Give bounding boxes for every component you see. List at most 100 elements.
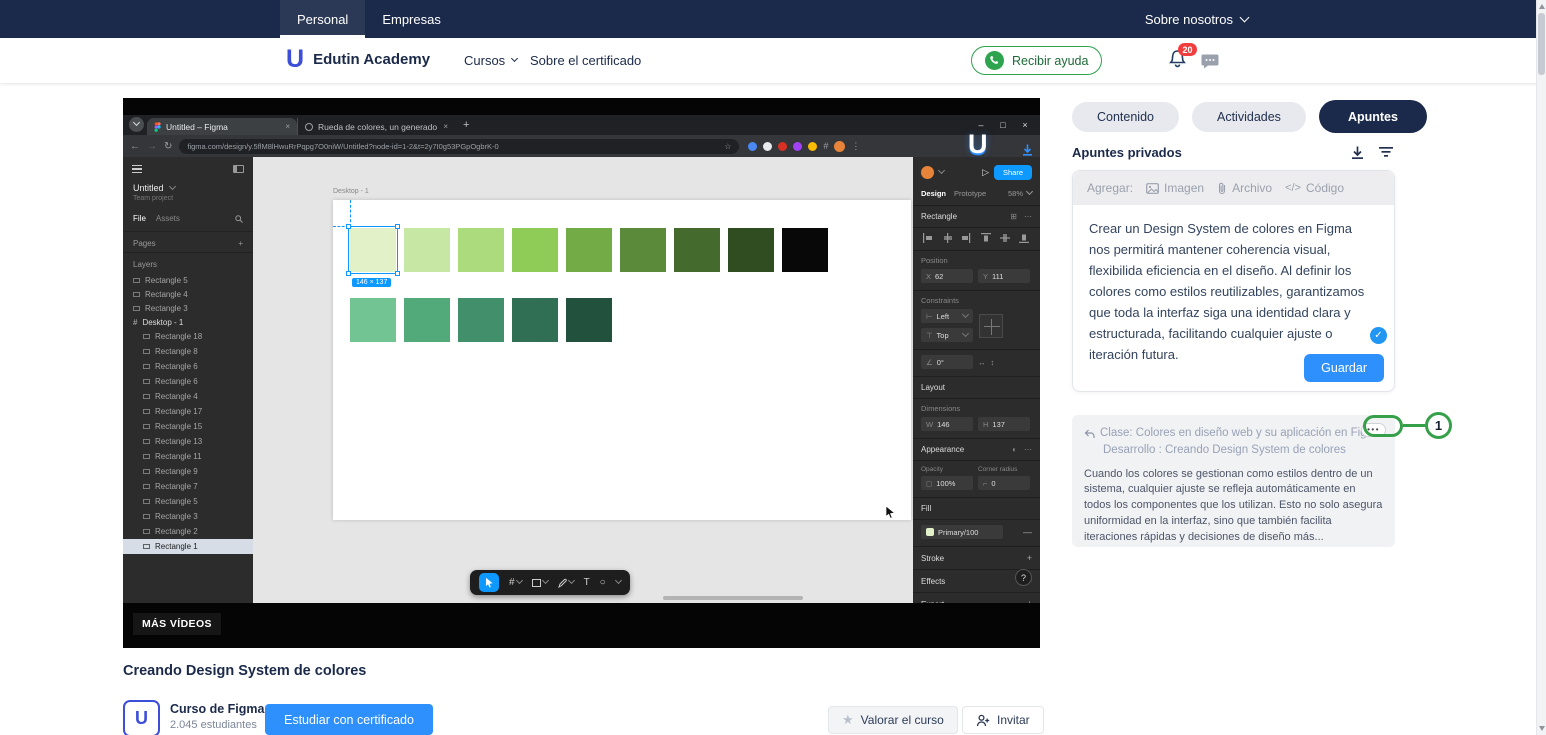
frame-tool[interactable]: # [509,577,522,588]
note-options-button[interactable]: ••• [1361,423,1386,437]
y-input[interactable]: Y111 [978,269,1030,283]
address-bar[interactable]: figma.com/design/y.5flM8lHwuRrPqpg7O0niW… [179,139,739,154]
color-swatch[interactable] [458,228,504,272]
tab-prototype[interactable]: Prototype [954,189,986,198]
figma-canvas[interactable]: Desktop - 1 [253,157,913,603]
tab-design[interactable]: Design [921,189,946,198]
extension-icon[interactable] [748,142,757,151]
blend-mode-icon[interactable]: ◐ [1012,445,1017,454]
color-swatch[interactable] [404,228,450,272]
forward-icon[interactable]: → [147,141,157,152]
color-swatch[interactable] [566,298,612,342]
vertical-constraint-select[interactable]: ⊤Top [921,328,973,342]
figma-menu-icon[interactable] [132,163,142,175]
chevron-down-icon[interactable] [938,167,945,174]
messages-button[interactable] [1201,53,1219,74]
layer-item-selected[interactable]: Rectangle 1 [123,539,253,554]
download-notes-icon[interactable] [1350,145,1365,160]
search-icon[interactable] [235,215,243,223]
extension-icon[interactable] [793,142,802,151]
layer-item[interactable]: Rectangle 2 [123,524,253,539]
scrollbar-thumb[interactable] [1538,13,1545,75]
rotation-input[interactable]: ∠0° [921,355,973,369]
shape-tool[interactable] [532,579,548,587]
move-tool[interactable] [479,573,499,592]
comment-tool[interactable]: ○ [600,577,606,588]
flip-horizontal-icon[interactable]: ↔ [978,358,986,367]
spellcheck-badge[interactable]: ✓ [1370,327,1387,344]
color-swatch[interactable] [566,228,612,272]
insert-code-button[interactable]: </> Código [1285,181,1344,195]
x-input[interactable]: X62 [921,269,973,283]
remove-fill-icon[interactable]: — [1023,527,1032,537]
share-button[interactable]: Share [994,165,1032,180]
layer-item[interactable]: Rectangle 3 [123,509,253,524]
filter-icon[interactable] [1378,145,1394,159]
video-player[interactable]: Untitled – Figma × Rueda de colores, un … [123,98,1040,648]
figma-tab-assets[interactable]: Assets [156,214,180,223]
color-swatch[interactable] [674,228,720,272]
tab-personal[interactable]: Personal [280,0,365,38]
study-with-certificate-button[interactable]: Estudiar con certificado [265,704,433,735]
layer-item[interactable]: Rectangle 11 [123,449,253,464]
back-icon[interactable]: ← [130,141,140,152]
nav-sobre-certificado[interactable]: Sobre el certificado [530,38,641,83]
figma-tab-file[interactable]: File [133,214,146,223]
pen-tool[interactable] [558,578,574,588]
layer-item[interactable]: Rectangle 15 [123,419,253,434]
height-input[interactable]: H137 [978,417,1030,431]
figma-pages-section[interactable]: Pages+ [123,232,253,253]
actions-tool[interactable] [616,582,621,583]
scroll-up-arrow[interactable] [1539,4,1545,9]
figma-file-name[interactable]: Untitled [133,183,243,193]
toggle-panel-icon[interactable] [233,165,244,173]
insert-image-button[interactable]: Imagen [1146,181,1204,195]
close-window-icon[interactable]: × [1014,120,1036,130]
horizontal-constraint-select[interactable]: ⊢Left [921,309,973,323]
browser-tab-color-wheel[interactable]: Rueda de colores, un generado × [297,118,455,135]
layer-item[interactable]: Rectangle 7 [123,479,253,494]
color-swatch[interactable] [350,298,396,342]
profile-avatar[interactable] [834,141,845,152]
about-us-menu[interactable]: Sobre nosotros [1145,0,1248,38]
layer-item[interactable]: Rectangle 13 [123,434,253,449]
color-swatch[interactable] [350,228,396,272]
close-tab-icon[interactable]: × [285,122,290,131]
new-tab-button[interactable]: + [463,119,469,131]
extension-icon[interactable] [763,142,772,151]
color-swatch[interactable] [728,228,774,272]
color-swatch[interactable] [782,228,828,272]
browser-tab-figma[interactable]: Untitled – Figma × [147,118,297,135]
color-swatch[interactable] [512,298,558,342]
layer-item[interactable]: Rectangle 4 [123,389,253,404]
more-videos-button[interactable]: MÁS VÍDEOS [133,613,221,635]
user-avatar[interactable] [921,166,934,179]
note-text-area[interactable]: Crear un Design System de colores en Fig… [1073,205,1394,365]
color-swatch[interactable] [512,228,558,272]
opacity-input[interactable]: ◻100% [921,476,973,490]
alignment-icons[interactable] [921,232,1032,244]
layer-item[interactable]: Rectangle 5 [123,494,253,509]
collapse-overlay-button[interactable] [129,117,144,132]
close-tab-icon[interactable]: × [443,122,448,131]
help-icon[interactable]: ? [1015,569,1032,586]
tab-empresas[interactable]: Empresas [365,0,458,38]
reload-icon[interactable]: ↻ [164,141,172,152]
flip-vertical-icon[interactable]: ↕ [991,358,995,367]
tab-actividades[interactable]: Actividades [1192,102,1306,132]
present-icon[interactable]: ▷ [982,167,989,178]
layer-item[interactable]: Rectangle 3 [123,301,253,315]
save-note-button[interactable]: Guardar [1304,354,1384,382]
extension-icon[interactable] [808,142,817,151]
layer-item[interactable]: Rectangle 6 [123,374,253,389]
tab-apuntes[interactable]: Apuntes [1319,100,1427,133]
apps-grid-icon[interactable]: # [823,141,828,151]
canvas-frame-label[interactable]: Desktop - 1 [333,188,369,195]
layer-item-frame[interactable]: #Desktop - 1 [123,315,253,329]
width-input[interactable]: W146 [921,417,973,431]
text-tool[interactable]: T [584,577,590,588]
help-button[interactable]: Recibir ayuda [971,46,1102,75]
invite-button[interactable]: Invitar [962,706,1044,734]
add-stroke-icon[interactable]: + [1027,553,1032,563]
layer-item[interactable]: Rectangle 18 [123,329,253,344]
